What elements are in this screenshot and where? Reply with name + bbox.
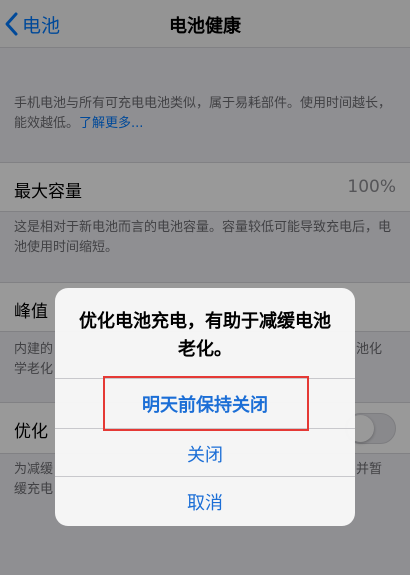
alert-message: 优化电池充电，有助于减缓电池老化。 bbox=[79, 311, 331, 360]
optimize-charging-alert: 优化电池充电，有助于减缓电池老化。 明天前保持关闭 关闭 取消 bbox=[55, 288, 355, 526]
battery-health-screen: 电池 电池健康 手机电池与所有可充电电池类似，属于易耗部件。使用时间越长，能效越… bbox=[0, 0, 410, 575]
turn-off-button[interactable]: 关闭 bbox=[55, 428, 355, 478]
cancel-button[interactable]: 取消 bbox=[55, 476, 355, 526]
highlight-annotation-box bbox=[103, 376, 309, 431]
